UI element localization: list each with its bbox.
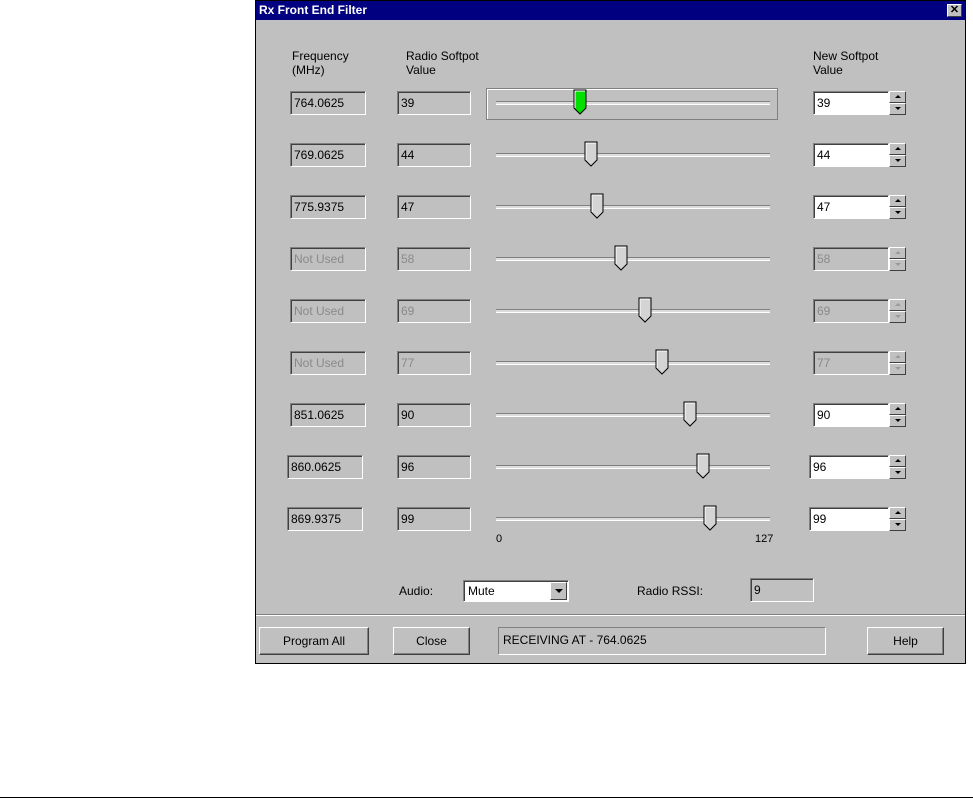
spin-down-arrow-icon[interactable] [889, 415, 906, 427]
spin-up-arrow-icon[interactable] [889, 91, 906, 103]
softpot-slider-track[interactable] [496, 309, 770, 313]
new-softpot-value-input: 69 [813, 299, 889, 323]
frequency-field: Not Used [290, 247, 366, 271]
frequency-field: 764.0625 [290, 91, 366, 115]
softpot-slider-thumb[interactable] [614, 245, 628, 271]
new-softpot-value-input[interactable]: 39 [813, 91, 889, 115]
softpot-slider-track[interactable] [496, 361, 770, 365]
softpot-slider-thumb[interactable] [683, 401, 697, 427]
spin-down-arrow-icon [889, 363, 906, 375]
new-softpot-value-input[interactable]: 44 [813, 143, 889, 167]
frequency-field: 769.0625 [290, 143, 366, 167]
title-bar: Rx Front End Filter ✕ [256, 1, 965, 20]
close-button[interactable]: Close [393, 627, 470, 655]
radio-softpot-value-field: 47 [397, 195, 471, 219]
frequency-field: Not Used [290, 351, 366, 375]
frequency-header: Frequency (MHz) [292, 49, 349, 77]
new-softpot-value-input: 77 [813, 351, 889, 375]
slider-thumb-shape [703, 505, 717, 531]
radio-softpot-value-field: 58 [397, 247, 471, 271]
softpot-slider-thumb[interactable] [638, 297, 652, 323]
spin-up-arrow-icon[interactable] [889, 143, 906, 155]
help-button[interactable]: Help [867, 627, 944, 655]
softpot-slider-thumb[interactable] [590, 193, 604, 219]
slider-thumb-shape [683, 401, 697, 427]
radio-softpot-value-field: 77 [397, 351, 471, 375]
close-icon[interactable]: ✕ [947, 4, 962, 17]
new-softpot-value-input[interactable]: 90 [813, 403, 889, 427]
audio-label: Audio: [399, 584, 434, 598]
spin-down-arrow-icon[interactable] [889, 103, 906, 115]
softpot-slider-track[interactable] [496, 465, 770, 469]
frequency-field: 869.9375 [287, 507, 363, 531]
slider-thumb-shape [696, 453, 710, 479]
softpot-slider-track[interactable] [496, 153, 770, 157]
softpot-slider-track[interactable] [496, 517, 770, 521]
slider-thumb-shape [573, 89, 587, 115]
radio-softpot-value-field: 90 [397, 403, 471, 427]
frequency-field: 851.0625 [290, 403, 366, 427]
radio-softpot-value-field: 39 [397, 91, 471, 115]
radio-softpot-value-field: 69 [397, 299, 471, 323]
softpot-slider-thumb[interactable] [584, 141, 598, 167]
frequency-field: Not Used [290, 299, 366, 323]
new-softpot-value-input: 58 [813, 247, 889, 271]
chevron-down-icon[interactable] [550, 582, 567, 600]
softpot-slider-thumb[interactable] [703, 505, 717, 531]
new-softpot-header: New Softpot Value [813, 49, 879, 77]
spin-up-arrow-icon[interactable] [889, 507, 906, 519]
new-softpot-value-input[interactable]: 99 [809, 507, 889, 531]
new-softpot-value-input[interactable]: 47 [813, 195, 889, 219]
spin-down-arrow-icon[interactable] [889, 467, 906, 479]
softpot-slider-track[interactable] [496, 257, 770, 261]
frequency-field: 775.9375 [290, 195, 366, 219]
slider-thumb-shape [614, 245, 628, 271]
status-field: RECEIVING AT - 764.0625 [498, 627, 826, 655]
spin-up-arrow-icon[interactable] [889, 195, 906, 207]
softpot-slider-thumb[interactable] [573, 89, 587, 115]
softpot-slider-thumb[interactable] [696, 453, 710, 479]
rx-front-end-filter-dialog: Rx Front End Filter ✕ Frequency (MHz) Ra… [255, 0, 966, 664]
radio-softpot-value-field: 96 [397, 455, 471, 479]
slider-min-label: 0 [496, 533, 503, 545]
frequency-field: 860.0625 [287, 455, 363, 479]
spin-down-arrow-icon[interactable] [889, 207, 906, 219]
spin-down-arrow-icon[interactable] [889, 155, 906, 167]
rssi-label: Radio RSSI: [637, 584, 704, 598]
slider-thumb-shape [655, 349, 669, 375]
audio-select[interactable]: Mute [463, 580, 569, 602]
spin-up-arrow-icon[interactable] [889, 403, 906, 415]
softpot-slider-track[interactable] [496, 101, 770, 105]
softpot-slider-track[interactable] [496, 413, 770, 417]
radio-softpot-header: Radio Softpot Value [406, 49, 479, 77]
softpot-slider-thumb[interactable] [655, 349, 669, 375]
rssi-value-field: 9 [750, 578, 814, 602]
window-title: Rx Front End Filter [259, 3, 367, 17]
spin-up-arrow-icon [889, 299, 906, 311]
slider-max-label: 127 [755, 533, 774, 545]
radio-softpot-value-field: 99 [397, 507, 471, 531]
spin-down-arrow-icon[interactable] [889, 519, 906, 531]
spin-up-arrow-icon [889, 247, 906, 259]
spin-down-arrow-icon [889, 311, 906, 323]
radio-softpot-value-field: 44 [397, 143, 471, 167]
audio-selected-value: Mute [468, 584, 495, 598]
spin-up-arrow-icon [889, 351, 906, 363]
slider-thumb-shape [584, 141, 598, 167]
spin-down-arrow-icon [889, 259, 906, 271]
program-all-button[interactable]: Program All [259, 627, 369, 655]
slider-thumb-shape [638, 297, 652, 323]
new-softpot-value-input[interactable]: 96 [809, 455, 889, 479]
softpot-slider-track[interactable] [496, 205, 770, 209]
spin-up-arrow-icon[interactable] [889, 455, 906, 467]
divider [256, 614, 965, 616]
slider-thumb-shape [590, 193, 604, 219]
